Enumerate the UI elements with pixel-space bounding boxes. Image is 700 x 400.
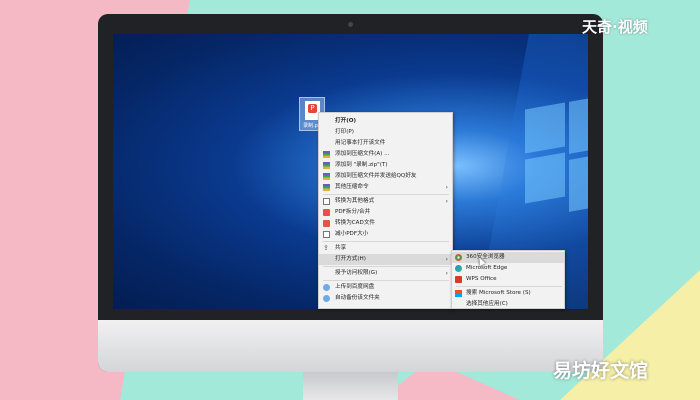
menu-item-open-notepad[interactable]: 用记事本打开该文件 <box>319 138 452 149</box>
cloud-icon <box>323 284 330 291</box>
submenu-item-label: 搜索 Microsoft Store (S) <box>466 290 531 296</box>
chevron-right-icon: › <box>445 198 448 205</box>
menu-separator <box>456 286 562 287</box>
menu-item-label: 减小PDF大小 <box>335 231 369 237</box>
submenu-item-label: WPS Office <box>466 276 497 282</box>
menu-item-label: 授予访问权限(G) <box>335 270 378 276</box>
menu-separator <box>323 280 449 281</box>
menu-item-share[interactable]: ⇪ 共享 <box>319 243 452 254</box>
store-icon <box>455 290 462 297</box>
menu-item-convert-cad[interactable]: 转换为CAD文件 <box>319 218 452 229</box>
menu-item-label: 打开(O) <box>335 118 357 124</box>
submenu-item-label: 选择其他应用(C) <box>466 301 508 307</box>
submenu-item-wps[interactable]: WPS Office <box>452 274 564 285</box>
menu-item-other-compress[interactable]: 其他压缩命令 › <box>319 182 452 193</box>
submenu-item-label: Microsoft Edge <box>466 265 508 271</box>
menu-item-archive-send-qq[interactable]: 添加到压缩文件并发送给QQ好友 <box>319 171 452 182</box>
open-with-submenu: 360安全浏览器 Microsoft Edge WPS Office 搜索 Mi… <box>451 250 565 309</box>
submenu-item-360-browser[interactable]: 360安全浏览器 <box>452 252 564 263</box>
menu-item-label: 打开方式(H) <box>335 256 366 262</box>
menu-item-label: 共享 <box>335 245 347 251</box>
menu-item-label: 添加到压缩文件并发送给QQ好友 <box>335 173 417 179</box>
menu-item-label: 添加到 "录制.zip"(T) <box>335 162 388 168</box>
submenu-item-choose-other[interactable]: 选择其他应用(C) <box>452 299 564 308</box>
chevron-right-icon: › <box>445 270 448 277</box>
monitor-chin <box>98 320 603 372</box>
document-icon <box>323 231 330 238</box>
cloud-icon <box>323 295 330 302</box>
wallpaper-windows-logo <box>569 152 588 212</box>
menu-item-label: 用记事本打开该文件 <box>335 140 386 146</box>
menu-item-convert-format[interactable]: 转换为其他格式 › <box>319 196 452 207</box>
menu-item-reduce-pdf[interactable]: 减小PDF大小 <box>319 229 452 240</box>
winrar-icon <box>323 173 330 180</box>
share-icon: ⇪ <box>323 244 329 252</box>
submenu-item-search-store[interactable]: 搜索 Microsoft Store (S) <box>452 288 564 299</box>
menu-item-auto-backup[interactable]: 自动备份该文件夹 <box>319 293 452 304</box>
menu-item-grant-access[interactable]: 授予访问权限(G) › <box>319 268 452 279</box>
menu-separator <box>323 266 449 267</box>
menu-item-label: 转换为其他格式 <box>335 198 375 204</box>
menu-separator <box>323 194 449 195</box>
winrar-icon <box>323 184 330 191</box>
menu-item-print[interactable]: 打印(P) <box>319 127 452 138</box>
watermark-bottom: 易坊好文馆 <box>553 360 649 382</box>
menu-item-label: 其他压缩命令 <box>335 184 369 190</box>
webcam <box>348 22 353 27</box>
360-browser-icon <box>455 254 462 261</box>
menu-separator <box>323 241 449 242</box>
winrar-icon <box>323 151 330 158</box>
menu-item-open-with[interactable]: 打开方式(H) › <box>319 254 452 265</box>
wps-icon <box>455 276 462 283</box>
menu-item-label: 转换为CAD文件 <box>335 220 376 226</box>
menu-item-add-archive[interactable]: 添加到压缩文件(A) ... <box>319 149 452 160</box>
chevron-right-icon: › <box>445 256 448 263</box>
wallpaper-windows-logo <box>525 102 565 154</box>
menu-item-add-zip[interactable]: 添加到 "录制.zip"(T) <box>319 160 452 171</box>
menu-item-pdf-split-merge[interactable]: PDF拆分/合并 <box>319 207 452 218</box>
menu-item-label: 上传到百度网盘 <box>335 284 375 290</box>
wallpaper-windows-logo <box>525 152 565 204</box>
document-icon <box>323 198 330 205</box>
menu-item-label: 添加到压缩文件(A) ... <box>335 151 390 157</box>
watermark-top: 天奇·视频 <box>582 18 648 36</box>
submenu-item-label: 360安全浏览器 <box>466 254 505 260</box>
wallpaper-windows-logo <box>569 94 588 154</box>
pdf-icon <box>323 209 330 216</box>
pdf-icon <box>323 220 330 227</box>
menu-item-label: 自动备份该文件夹 <box>335 295 380 301</box>
monitor-stand <box>303 372 398 400</box>
pdf-badge-icon: P <box>308 104 317 113</box>
menu-item-label: 打印(P) <box>335 129 354 135</box>
edge-icon <box>455 265 462 272</box>
menu-item-upload-baidu[interactable]: 上传到百度网盘 <box>319 282 452 293</box>
menu-item-label: PDF拆分/合并 <box>335 209 371 215</box>
chevron-right-icon: › <box>445 184 448 191</box>
context-menu: 打开(O) 打印(P) 用记事本打开该文件 添加到压缩文件(A) ... 添加到… <box>318 112 453 309</box>
menu-item-open[interactable]: 打开(O) <box>319 116 452 127</box>
winrar-icon <box>323 162 330 169</box>
submenu-item-edge[interactable]: Microsoft Edge <box>452 263 564 274</box>
